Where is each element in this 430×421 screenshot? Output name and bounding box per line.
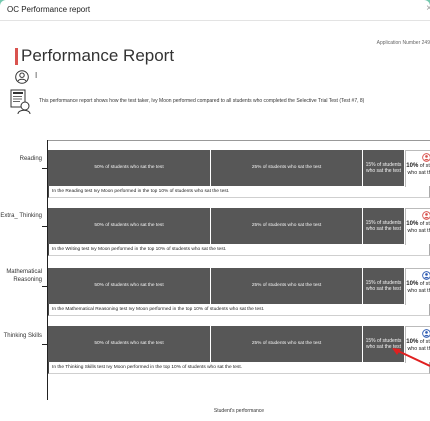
person-icon: [15, 70, 29, 84]
row-caption: In the Mathematical Reasoning test Ivy M…: [48, 304, 430, 316]
intro-text: This performance report shows how the te…: [39, 98, 365, 104]
segment-label: 50% of students who sat the test: [94, 283, 164, 288]
segment-2[interactable]: 25% of students who sat the test: [211, 208, 363, 244]
x-axis-label: Student's performance: [213, 408, 265, 414]
segment-label: 50% of students who sat the test: [94, 223, 164, 228]
indicator-value: 10%: [406, 281, 419, 287]
row-caption: In the Reading test Ivy Moon performed i…: [48, 186, 430, 198]
y-axis-tick: [42, 344, 47, 345]
segment-1[interactable]: 50% of students who sat the test: [48, 208, 211, 244]
segment-1[interactable]: 50% of students who sat the test: [48, 268, 211, 304]
indicator-text: 10% of students who sat the test: [406, 221, 430, 234]
segment-2[interactable]: 25% of students who sat the test: [211, 326, 363, 362]
row-label: Thinking Skills: [3, 333, 42, 339]
row-label: Mathematical Reasoning: [6, 269, 42, 283]
indicator-value: 10%: [406, 163, 419, 169]
report-panel: OC Performance report × Application Numb…: [0, 0, 430, 421]
person-red-icon: [421, 153, 430, 162]
row-label: Reading: [19, 156, 42, 162]
score-indicator: 10% of students who sat the test: [405, 208, 430, 245]
indicator-text: 10% of students who sat the test: [406, 163, 430, 176]
row-caption: In the Writing test Ivy Moon performed i…: [48, 244, 430, 256]
report-icon: [10, 89, 31, 115]
score-indicator: 10% of students who sat the test: [405, 150, 430, 187]
close-icon[interactable]: ×: [426, 3, 430, 14]
pointer-arrow-icon: [392, 348, 430, 367]
person-red-icon: [421, 211, 430, 220]
y-axis-tick: [42, 226, 47, 227]
segment-1[interactable]: 50% of students who sat the test: [48, 326, 211, 362]
score-indicator: 10% of students who sat the test: [405, 268, 430, 305]
segment-label: 25% of students who sat the test: [251, 341, 322, 346]
segment-3[interactable]: 15% of students who sat the test: [363, 268, 405, 304]
window-titlebar: OC Performance report ×: [0, 0, 430, 21]
row-label: Extra_ Thinking: [0, 213, 42, 219]
segment-label: 50% of students who sat the test: [94, 341, 164, 346]
window-title: OC Performance report: [7, 5, 91, 14]
chart-top-border: [48, 140, 430, 141]
segment-2[interactable]: 25% of students who sat the test: [211, 150, 363, 186]
page-title: Performance Report: [21, 46, 175, 65]
segment-label: 15% of students who sat the test: [365, 162, 402, 174]
title-accent-bar: [15, 47, 18, 65]
application-number: Application Number 249: [376, 40, 430, 46]
indicator-text: 10% of students who sat the test: [406, 281, 430, 294]
segment-label: 25% of students who sat the test: [251, 223, 322, 228]
indicator-value: 10%: [406, 339, 419, 345]
segment-label: 15% of students who sat the test: [365, 280, 402, 292]
segment-3[interactable]: 15% of students who sat the test: [363, 208, 405, 244]
segment-label: 50% of students who sat the test: [94, 165, 164, 170]
user-name: I: [35, 71, 38, 80]
segment-1[interactable]: 50% of students who sat the test: [48, 150, 211, 186]
segment-label: 15% of students who sat the test: [365, 220, 402, 232]
page-title-block: Performance Report: [15, 45, 174, 67]
performance-chart: Reading 50% of students who sat the test 2…: [0, 118, 430, 421]
person-blue-icon: [421, 271, 430, 280]
segment-3[interactable]: 15% of students who sat the test: [363, 150, 405, 186]
segment-label: 25% of students who sat the test: [251, 283, 322, 288]
segment-2[interactable]: 25% of students who sat the test: [211, 268, 363, 304]
row-caption: In the Thinking Skills test Ivy Moon per…: [48, 362, 430, 374]
segment-label: 25% of students who sat the test: [251, 165, 322, 170]
indicator-value: 10%: [406, 221, 419, 227]
y-axis-tick: [42, 286, 47, 287]
person-blue-icon: [421, 329, 430, 338]
y-axis-tick: [42, 168, 47, 169]
